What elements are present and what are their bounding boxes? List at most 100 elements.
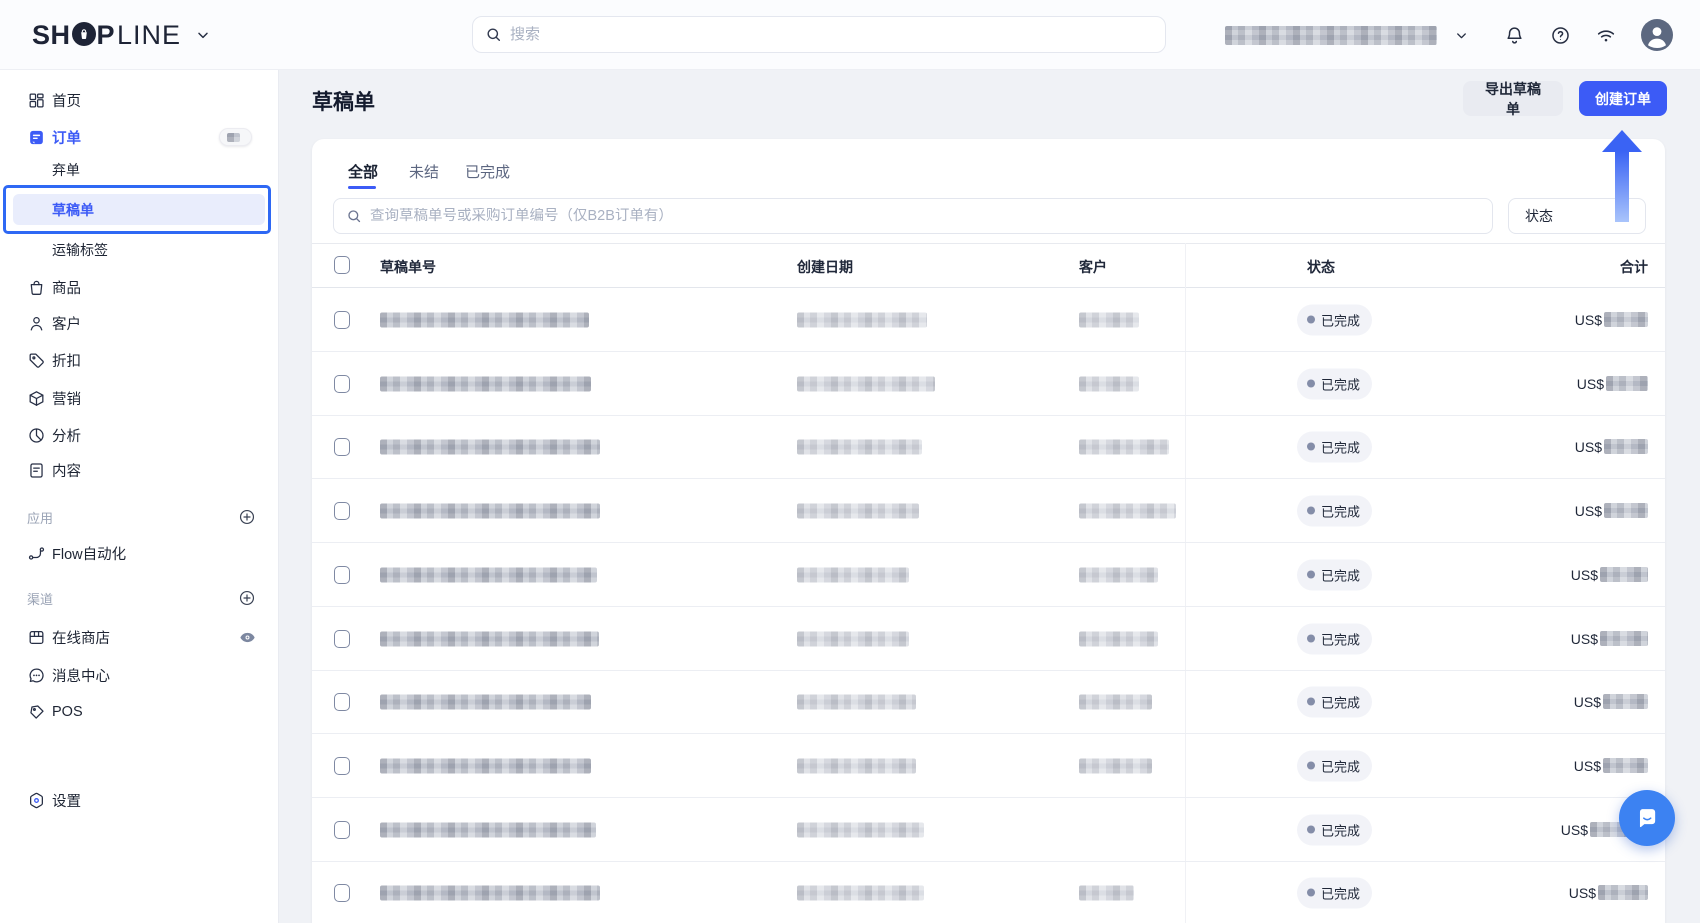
notifications-bell-icon[interactable]	[1500, 21, 1528, 49]
sidebar-item-Flow自动化[interactable]: Flow自动化	[0, 536, 278, 570]
table-row[interactable]: 已完成US$	[312, 288, 1665, 352]
sidebar-item-label: Flow自动化	[52, 543, 126, 564]
status-dot-icon	[1307, 571, 1315, 579]
row-checkbox[interactable]	[334, 884, 350, 902]
draft-number-blur	[380, 822, 596, 837]
toggle-blur	[227, 133, 240, 142]
account-menu[interactable]	[1225, 22, 1475, 48]
status-badge: 已完成	[1297, 495, 1372, 526]
customer-blur	[1079, 312, 1139, 327]
sidebar-item-分析[interactable]: 分析	[0, 418, 278, 452]
settings-icon	[27, 791, 46, 810]
table-row[interactable]: 已完成 US$	[312, 543, 1665, 607]
draft-number-blur	[380, 885, 600, 900]
sidebar-item-在线商店[interactable]: 在线商店	[0, 620, 278, 654]
sidebar-item-label: 渠道	[27, 589, 53, 608]
table-row[interactable]: 已完成US$	[312, 798, 1665, 862]
currency-text: US$	[1571, 631, 1598, 647]
column-header-状态: 状态	[1307, 257, 1335, 277]
status-dot-icon	[1307, 507, 1315, 515]
help-icon[interactable]	[1546, 21, 1574, 49]
amount-blur	[1604, 312, 1648, 327]
sidebar-item-POS[interactable]: POS	[0, 695, 278, 729]
status-text: 已完成	[1321, 692, 1360, 711]
sidebar-item-营销[interactable]: 营销	[0, 381, 278, 415]
status-text: 已完成	[1321, 565, 1360, 584]
status-text: 已完成	[1321, 374, 1360, 393]
tab-未结[interactable]: 未结	[409, 161, 439, 182]
sidebar-item-客户[interactable]: 客户	[0, 306, 278, 340]
row-checkbox[interactable]	[334, 375, 350, 393]
tab-已完成[interactable]: 已完成	[465, 161, 510, 182]
customer-blur	[1079, 567, 1158, 582]
row-checkbox[interactable]	[334, 311, 350, 329]
plus-circle-icon[interactable]	[238, 589, 256, 607]
sidebar-item-label: 分析	[52, 425, 81, 446]
table-row[interactable]: 已完成US$	[312, 861, 1665, 923]
chat-bubble-icon	[1632, 803, 1662, 833]
table-row[interactable]: 已完成US$	[312, 352, 1665, 416]
draft-search-input[interactable]	[370, 208, 1480, 224]
row-checkbox[interactable]	[334, 757, 350, 775]
amount-blur	[1603, 758, 1648, 773]
sidebar-item-折扣[interactable]: 折扣	[0, 343, 278, 377]
sidebar-item-首页[interactable]: 首页	[0, 83, 278, 117]
orders-toggle[interactable]	[219, 128, 252, 146]
created-date-blur	[797, 376, 935, 391]
total-cell: US$	[1569, 885, 1648, 901]
row-checkbox[interactable]	[334, 693, 350, 711]
tab-全部[interactable]: 全部	[348, 161, 378, 182]
sidebar-item-内容[interactable]: 内容	[0, 453, 278, 487]
row-checkbox[interactable]	[334, 438, 350, 456]
marketing-icon	[27, 389, 46, 408]
table-row[interactable]: 已完成 US$	[312, 607, 1665, 671]
row-checkbox[interactable]	[334, 630, 350, 648]
draft-number-blur	[380, 312, 589, 327]
global-search-input[interactable]	[510, 26, 1153, 43]
created-date-blur	[797, 567, 909, 582]
sidebar-item-label: 折扣	[52, 350, 81, 371]
amount-blur	[1600, 631, 1648, 646]
total-cell: US$	[1571, 567, 1648, 583]
customer-blur	[1079, 439, 1169, 454]
wifi-icon[interactable]	[1592, 21, 1620, 49]
sidebar-section-应用: 应用	[0, 500, 278, 534]
draft-search-field[interactable]	[333, 198, 1493, 234]
table-row[interactable]: 已完成US$	[312, 670, 1665, 734]
store-name-blur	[1225, 26, 1437, 45]
create-order-button[interactable]: 创建订单	[1579, 81, 1667, 116]
sidebar-item-草稿单[interactable]: 草稿单	[13, 194, 265, 225]
status-dot-icon	[1307, 826, 1315, 834]
store-icon	[27, 628, 46, 647]
pos-icon	[27, 703, 46, 722]
chat-support-button[interactable]	[1619, 790, 1675, 846]
currency-text: US$	[1574, 758, 1601, 774]
row-checkbox[interactable]	[334, 821, 350, 839]
table-row[interactable]: 已完成US$	[312, 415, 1665, 479]
status-badge: 已完成	[1297, 623, 1372, 654]
sidebar-item-订单[interactable]: 订单	[0, 120, 278, 154]
sidebar-item-运输标签[interactable]: 运输标签	[0, 233, 278, 267]
table-row[interactable]: 已完成US$	[312, 479, 1665, 543]
avatar[interactable]	[1641, 19, 1673, 51]
status-dot-icon	[1307, 762, 1315, 770]
sidebar-item-消息中心[interactable]: 消息中心	[0, 658, 278, 692]
draft-number-blur	[380, 758, 591, 773]
row-checkbox[interactable]	[334, 566, 350, 584]
logo-chevron-down-icon[interactable]	[189, 21, 217, 49]
analytics-icon	[27, 426, 46, 445]
global-search[interactable]	[472, 16, 1166, 53]
sidebar-item-弃单[interactable]: 弃单	[0, 153, 278, 187]
sidebar-item-设置[interactable]: 设置	[0, 783, 278, 817]
eye-icon[interactable]	[238, 628, 257, 647]
sidebar-item-商品[interactable]: 商品	[0, 270, 278, 304]
select-all-checkbox[interactable]	[334, 256, 350, 274]
status-dot-icon	[1307, 316, 1315, 324]
row-checkbox[interactable]	[334, 502, 350, 520]
table-row[interactable]: 已完成US$	[312, 734, 1665, 798]
status-dot-icon	[1307, 698, 1315, 706]
status-text: 已完成	[1321, 501, 1360, 520]
status-text: 已完成	[1321, 437, 1360, 456]
plus-circle-icon[interactable]	[238, 508, 256, 526]
export-drafts-button[interactable]: 导出草稿单	[1463, 81, 1563, 116]
